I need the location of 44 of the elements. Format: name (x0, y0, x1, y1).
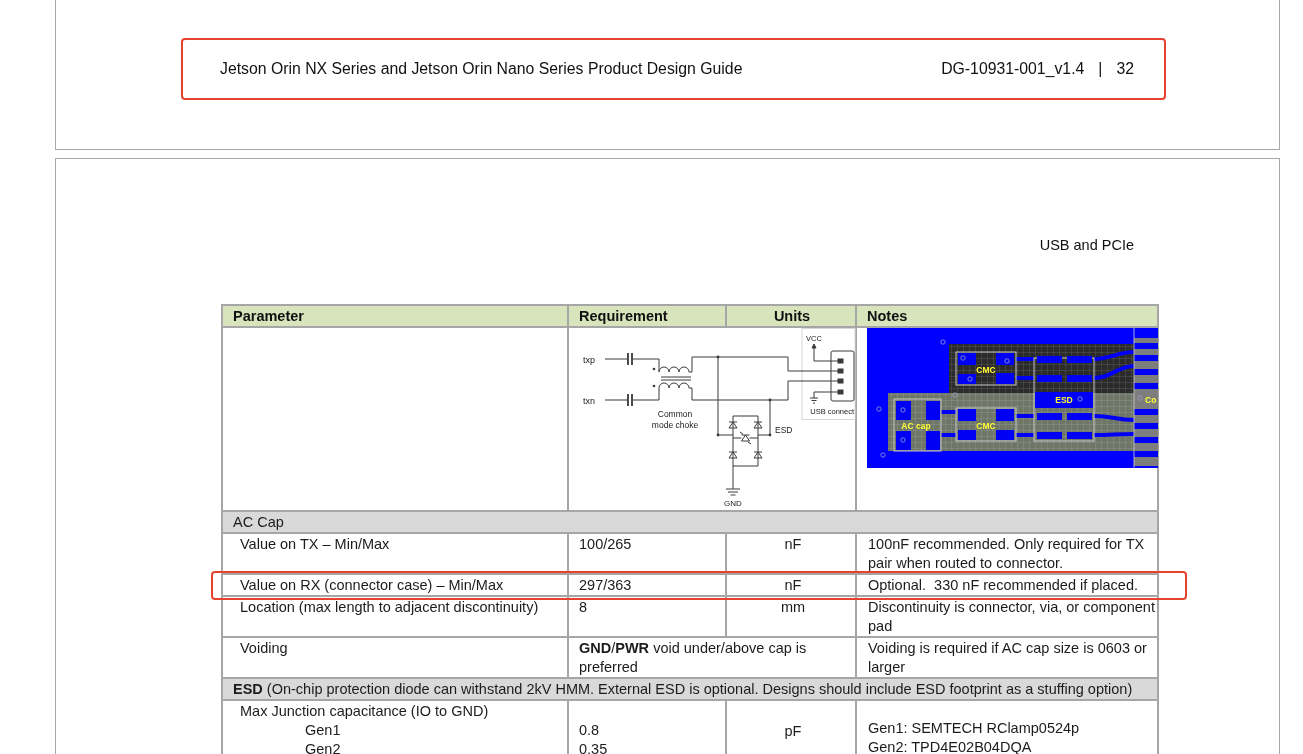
net-label: txp (583, 355, 595, 365)
column-header: Units (726, 305, 856, 327)
notes-text: Gen2: TPD4E02B04DQA (868, 738, 1032, 754)
ground-label: GND (724, 499, 742, 508)
parameter-label: Max Junction capacitance (IO to GND) (240, 702, 489, 721)
sub-item-label: Gen1 (304, 721, 341, 740)
parameter-label: Location (max length to adjacent discontinuity) (240, 599, 539, 615)
group-title: AC Cap (233, 514, 284, 530)
component-label: ESD (775, 425, 793, 435)
group-title: ESD (On-chip protection diode can withstand 2kV HMM. External ESD is optional. Designs should include ESD footprint as a stuffing option) (233, 681, 1133, 697)
component-label: ESD (1055, 395, 1073, 405)
component-label: Co (1145, 395, 1157, 405)
component-label: AC cap (901, 421, 931, 431)
header-separator: | (1098, 60, 1103, 78)
requirement-value: 8 (579, 599, 588, 615)
chapter-title: USB and PCIe (1039, 236, 1134, 254)
notes-text: 100nF recommended. Only required for TX pair when routed to connector. (868, 536, 1146, 571)
page-number: 32 (1116, 60, 1134, 78)
units-value: pF (784, 722, 802, 739)
component-label: Common mode choke (651, 409, 699, 430)
units-value: nF (784, 577, 802, 593)
requirement-value: 0.8 (579, 721, 600, 740)
component-label: CMC (976, 421, 996, 431)
net-label: txn (583, 396, 595, 406)
document-title: Jetson Orin NX Series and Jetson Orin Nano Series Product Design Guide (220, 60, 743, 78)
parameter-label: Value on TX – Min/Max (240, 536, 390, 552)
parameter-label: Value on RX (connector case) – Min/Max (240, 577, 504, 593)
requirement-value: 297/363 (579, 577, 632, 593)
component-label: CMC (976, 365, 996, 375)
requirement-value: 100/265 (579, 536, 632, 552)
requirement-value: 0.35 (579, 740, 608, 754)
parameter-label: Voiding (240, 640, 288, 656)
column-header: Parameter (222, 305, 568, 327)
notes-text: Voiding is required if AC cap size is 0603 or larger (868, 640, 1148, 675)
units-value: mm (780, 599, 806, 615)
requirement-value: GND/PWR void under/above cap is preferred (579, 640, 808, 675)
column-header: Notes (856, 305, 1158, 327)
notes-text: Optional. 330 nF recommended if placed. (868, 577, 1138, 593)
column-header: Requirement (568, 305, 726, 327)
units-value: nF (784, 536, 802, 552)
document-id: DG-10931-001_v1.4 (941, 60, 1085, 78)
sub-item-label: Gen2 (304, 740, 341, 754)
notes-text: Discontinuity is connector, via, or component pad (868, 599, 1156, 634)
notes-text: Gen1: SEMTECH RClamp0524p (868, 719, 1080, 738)
